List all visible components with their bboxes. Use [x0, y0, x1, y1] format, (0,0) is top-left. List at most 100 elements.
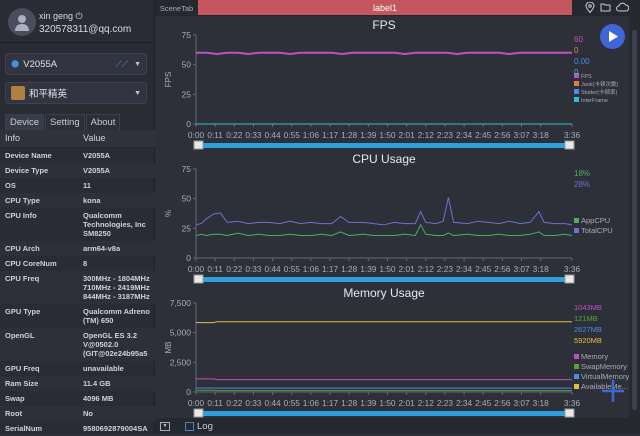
info-key: CPU Arch: [0, 241, 80, 256]
scrollbar-thumb[interactable]: [632, 30, 637, 410]
play-button[interactable]: [600, 24, 625, 49]
location-pin-icon[interactable]: [585, 2, 595, 13]
legend-swatch: [574, 97, 579, 102]
table-row: CPU Freq300MHz - 1804MHz 710MHz - 2419MH…: [0, 271, 155, 304]
info-key: CPU Info: [0, 208, 80, 241]
avatar[interactable]: [8, 8, 36, 36]
info-value: V2055A: [80, 148, 155, 163]
x-tick-label: 1:50: [379, 130, 396, 140]
current-value: 1043MB: [574, 303, 602, 312]
chart-title: CPU Usage: [352, 152, 416, 166]
y-tick-label: 0: [186, 253, 191, 263]
info-key: OS: [0, 178, 80, 193]
power-icon[interactable]: ⏻: [76, 11, 83, 21]
chart-1: CPU Usage%02550750:000:110:220:330:440:5…: [164, 152, 613, 283]
timeline-scrollbar[interactable]: [202, 411, 572, 416]
x-tick-label: 3:36: [564, 264, 581, 274]
vertical-scrollbar[interactable]: [629, 16, 640, 418]
x-tick-label: 3:36: [564, 130, 581, 140]
y-tick-label: 50: [182, 60, 192, 70]
chevron-down-icon: ▼: [134, 61, 141, 68]
timeline-handle-end[interactable]: [565, 409, 574, 417]
x-tick-label: 2:56: [494, 264, 511, 274]
link-icon[interactable]: ⟋⟋: [115, 59, 128, 70]
legend-swatch: [574, 364, 579, 369]
x-tick-label: 1:39: [360, 398, 377, 408]
timeline-handle-end[interactable]: [565, 141, 574, 149]
current-value: 18%: [574, 169, 590, 178]
table-row: CPU CoreNum8: [0, 256, 155, 271]
y-tick-label: 75: [182, 30, 192, 40]
info-value: V2055A: [80, 163, 155, 178]
timeline-handle-start[interactable]: [194, 275, 203, 283]
table-row: RootNo: [0, 406, 155, 421]
y-tick-label: 0: [186, 119, 191, 129]
timeline-handle-end[interactable]: [565, 275, 574, 283]
legend-swatch: [574, 384, 579, 389]
chevron-down-icon: ▼: [134, 90, 141, 97]
x-tick-label: 3:07: [513, 130, 530, 140]
y-axis-label: FPS: [164, 72, 173, 88]
user-profile: xin geng ⏻ 320578311@qq.com: [8, 8, 36, 36]
app-select-value: 和平精英: [29, 86, 67, 100]
legend-swatch: [574, 354, 579, 359]
folder-icon[interactable]: [600, 2, 611, 12]
legend-label: SwapMemory: [581, 362, 627, 371]
timeline-handle-start[interactable]: [194, 141, 203, 149]
x-tick-label: 1:39: [360, 130, 377, 140]
info-key: CPU Type: [0, 193, 80, 208]
legend-swatch: [574, 374, 579, 379]
legend-swatch: [574, 81, 579, 86]
cloud-icon[interactable]: [616, 2, 629, 12]
current-value: 121MB: [574, 314, 598, 323]
legend-label: Jank(卡顿次数): [581, 80, 618, 88]
column-header-info: Info: [0, 130, 80, 147]
scene-label-bar[interactable]: label1: [198, 0, 572, 15]
device-select[interactable]: ⬢ V2055A ⟋⟋ ▼: [5, 53, 147, 75]
y-axis-label: MB: [164, 342, 173, 354]
play-icon: [607, 30, 619, 43]
log-checkbox[interactable]: [185, 422, 194, 431]
x-tick-label: 0:55: [284, 398, 301, 408]
timeline-scrollbar[interactable]: [202, 277, 572, 282]
table-row: Ram Size11.4 GB: [0, 376, 155, 391]
app-select[interactable]: 和平精英 ▼: [5, 82, 147, 104]
scene-tab[interactable]: SceneTab: [155, 0, 198, 16]
table-row: CPU InfoQualcomm Technologies, Inc SM825…: [0, 208, 155, 241]
y-tick-label: 25: [182, 89, 192, 99]
x-tick-label: 3:07: [513, 264, 530, 274]
timeline-scrollbar[interactable]: [202, 143, 572, 148]
device-info-table: Info Value Device NameV2055ADevice TypeV…: [0, 130, 155, 436]
table-row: Device NameV2055A: [0, 148, 155, 163]
x-tick-label: 2:23: [437, 398, 454, 408]
x-tick-label: 2:23: [437, 264, 454, 274]
info-value: OpenGL ES 3.2 V@0502.0 (GIT@02e24b95a5: [80, 328, 155, 361]
app-icon: [11, 86, 25, 100]
dropdown-toggle-icon[interactable]: ▼: [160, 422, 170, 431]
tab-device[interactable]: Device: [5, 114, 44, 131]
table-row: Swap4096 MB: [0, 391, 155, 406]
x-tick-label: 1:06: [303, 130, 320, 140]
info-value: 11: [80, 178, 155, 193]
x-tick-label: 2:45: [475, 264, 492, 274]
x-tick-label: 3:36: [564, 398, 581, 408]
current-value: 0: [574, 46, 579, 55]
table-header: Info Value: [0, 130, 155, 148]
add-icon[interactable]: [600, 378, 626, 404]
legend-label: TotalCPU: [581, 226, 613, 235]
tab-about[interactable]: About: [86, 114, 121, 131]
table-row: GPU Frequnavailable: [0, 361, 155, 376]
info-key: CPU Freq: [0, 271, 80, 304]
x-tick-label: 0:22: [226, 398, 243, 408]
x-tick-label: 2:56: [494, 130, 511, 140]
tab-setting[interactable]: Setting: [45, 114, 85, 131]
divider: [0, 42, 155, 43]
table-row: OS11: [0, 178, 155, 193]
x-tick-label: 0:00: [188, 398, 205, 408]
x-tick-label: 0:44: [265, 130, 282, 140]
timeline-handle-start[interactable]: [194, 409, 203, 417]
x-tick-label: 2:45: [475, 130, 492, 140]
info-key: Root: [0, 406, 80, 421]
info-value: unavailable: [80, 361, 155, 376]
android-icon: ⬢: [11, 59, 19, 70]
